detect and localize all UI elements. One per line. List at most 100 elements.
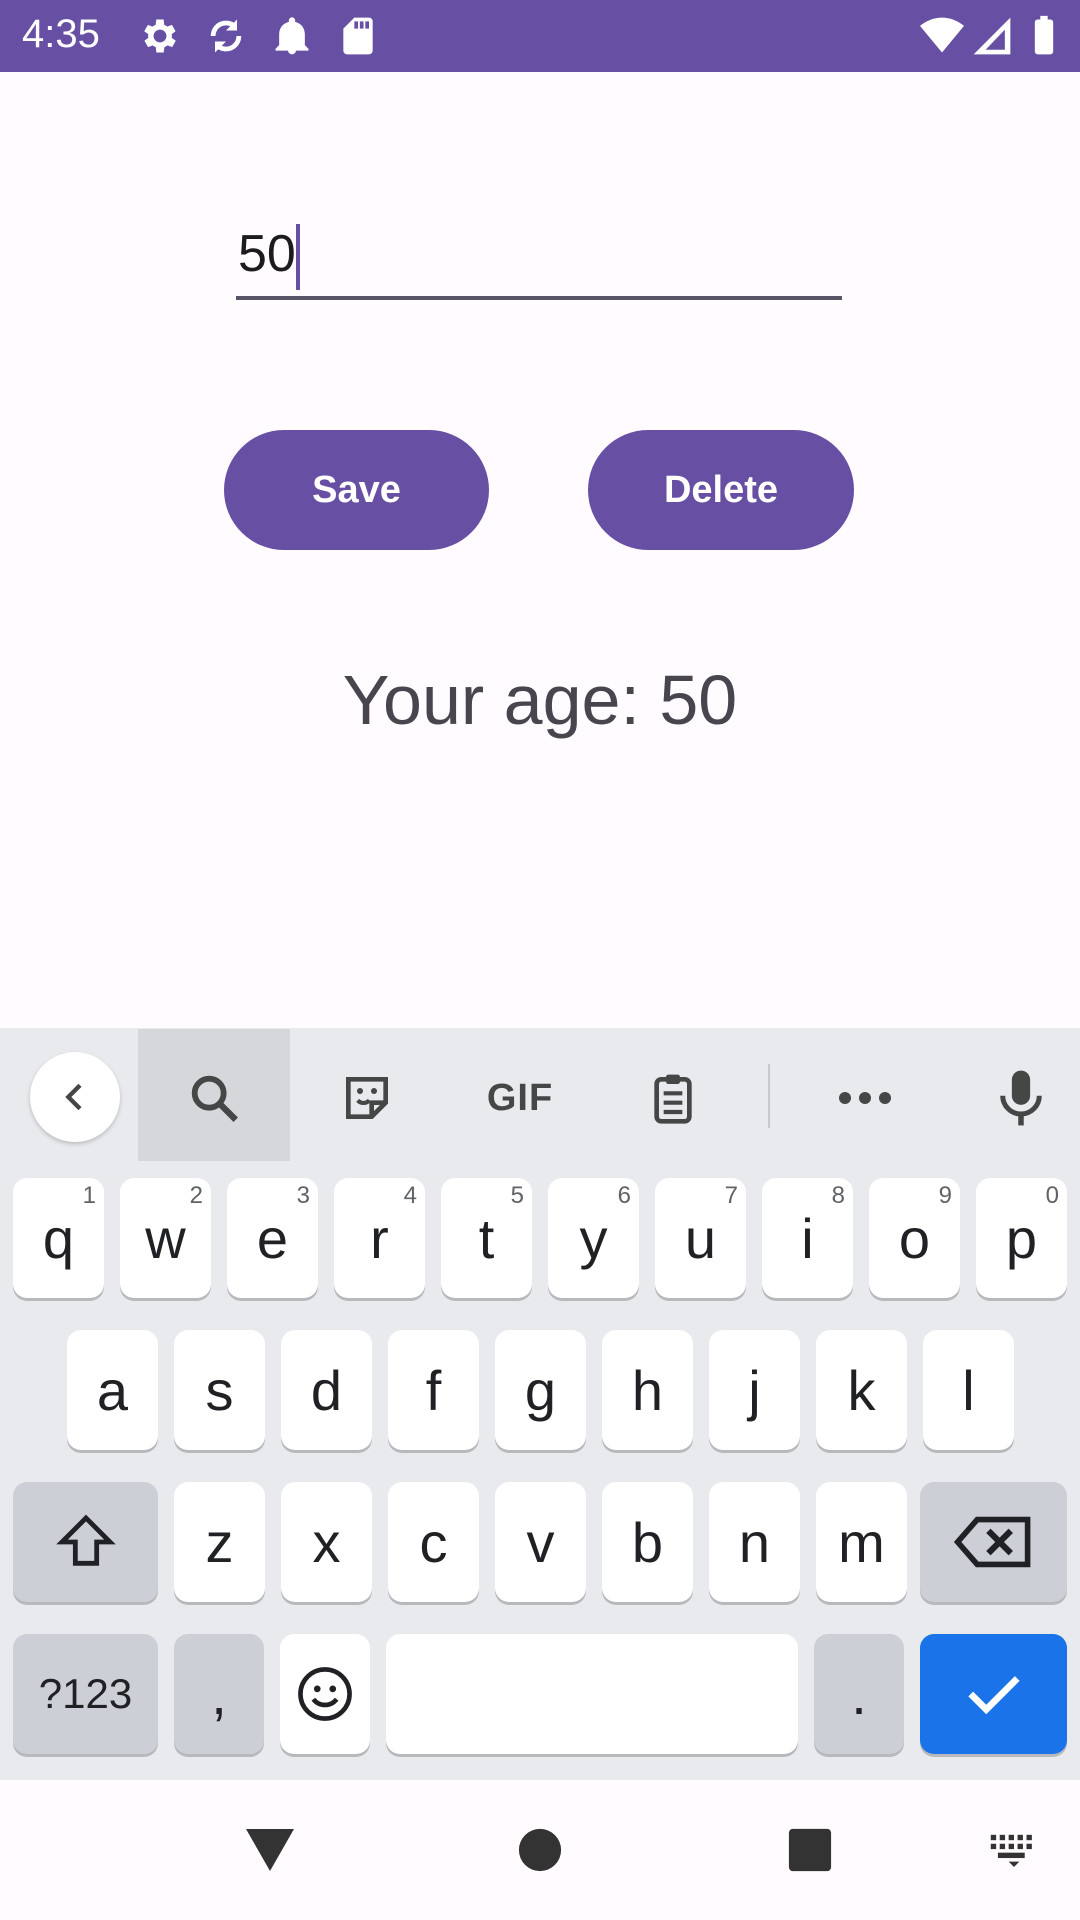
wifi-icon xyxy=(920,14,964,58)
sticker-icon xyxy=(346,1077,388,1119)
sync-icon xyxy=(204,14,248,58)
key-label: g xyxy=(524,1358,557,1422)
comma-key[interactable]: , xyxy=(174,1634,264,1754)
key-n[interactable]: n xyxy=(709,1482,800,1602)
key-label: f xyxy=(425,1358,442,1422)
nav-back-button[interactable] xyxy=(240,1820,300,1880)
space-key[interactable] xyxy=(386,1634,798,1754)
key-g[interactable]: g xyxy=(495,1330,586,1450)
key-label: j xyxy=(748,1358,761,1422)
battery-icon xyxy=(1022,14,1066,58)
key-label: q xyxy=(42,1206,75,1270)
key-label: l xyxy=(962,1358,975,1422)
key-label: c xyxy=(419,1510,448,1574)
keyboard-switch-button[interactable] xyxy=(984,1820,1044,1880)
emoji-icon xyxy=(298,1667,352,1721)
nav-recents-button[interactable] xyxy=(780,1820,840,1880)
more-icon xyxy=(839,1092,891,1104)
keyboard-back-button[interactable] xyxy=(30,1052,120,1142)
key-d[interactable]: d xyxy=(281,1330,372,1450)
checkmark-icon xyxy=(967,1676,1020,1715)
key-label: x xyxy=(312,1510,341,1574)
key-t[interactable]: t5 xyxy=(441,1178,532,1298)
key-hint: 7 xyxy=(724,1182,738,1209)
key-label: u xyxy=(684,1206,717,1270)
key-label: d xyxy=(310,1358,343,1422)
clipboard-button[interactable] xyxy=(632,1028,714,1168)
key-label: m xyxy=(838,1510,885,1574)
key-x[interactable]: x xyxy=(281,1482,372,1602)
status-time: 4:35 xyxy=(22,12,100,56)
soft-keyboard: GIF q1w2e3r4t5y6u7i8o9p0asdfghjklzxcvbnm… xyxy=(0,1028,1080,1780)
key-q[interactable]: q1 xyxy=(13,1178,104,1298)
key-u[interactable]: u7 xyxy=(655,1178,746,1298)
key-label: n xyxy=(738,1510,771,1574)
gif-button[interactable]: GIF xyxy=(470,1028,570,1168)
key-l[interactable]: l xyxy=(923,1330,1014,1450)
key-p[interactable]: p0 xyxy=(976,1178,1067,1298)
key-k[interactable]: k xyxy=(816,1330,907,1450)
signal-icon xyxy=(970,14,1014,58)
key-label: k xyxy=(847,1358,876,1422)
keyboard-toolbar: GIF xyxy=(0,1028,1080,1168)
key-label: a xyxy=(96,1358,129,1422)
key-label: r xyxy=(370,1206,389,1270)
keyboard-search-button[interactable] xyxy=(138,1028,290,1168)
key-o[interactable]: o9 xyxy=(869,1178,960,1298)
sticker-button[interactable] xyxy=(326,1028,408,1168)
key-w[interactable]: w2 xyxy=(120,1178,211,1298)
key-label: i xyxy=(801,1206,814,1270)
key-label: z xyxy=(205,1510,234,1574)
delete-button[interactable]: Delete xyxy=(588,430,854,550)
gif-label: GIF xyxy=(486,1076,554,1119)
mic-button[interactable] xyxy=(980,1028,1062,1168)
age-input-wrapper xyxy=(236,212,842,304)
key-r[interactable]: r4 xyxy=(334,1178,425,1298)
emoji-key[interactable] xyxy=(280,1634,370,1754)
key-v[interactable]: v xyxy=(495,1482,586,1602)
key-h[interactable]: h xyxy=(602,1330,693,1450)
key-i[interactable]: i8 xyxy=(762,1178,853,1298)
clipboard-icon xyxy=(654,1074,692,1124)
key-c[interactable]: c xyxy=(388,1482,479,1602)
key-hint: 4 xyxy=(403,1182,417,1209)
age-result-label: Your age: 50 xyxy=(342,661,738,739)
period-key[interactable]: . xyxy=(814,1634,904,1754)
key-b[interactable]: b xyxy=(602,1482,693,1602)
recents-square-icon xyxy=(788,1828,832,1872)
key-e[interactable]: e3 xyxy=(227,1178,318,1298)
key-a[interactable]: a xyxy=(67,1330,158,1450)
key-z[interactable]: z xyxy=(174,1482,265,1602)
notification-bell-icon xyxy=(270,14,314,58)
key-hint: 2 xyxy=(189,1182,203,1209)
toolbar-divider xyxy=(768,1064,770,1128)
key-m[interactable]: m xyxy=(816,1482,907,1602)
key-hint: 1 xyxy=(82,1182,96,1209)
key-f[interactable]: f xyxy=(388,1330,479,1450)
key-j[interactable]: j xyxy=(709,1330,800,1450)
age-input[interactable] xyxy=(236,212,842,300)
home-circle-icon xyxy=(518,1828,562,1872)
symbols-key[interactable]: ?123 xyxy=(13,1634,158,1754)
nav-home-button[interactable] xyxy=(510,1820,570,1880)
save-button[interactable]: Save xyxy=(224,430,489,550)
shift-key[interactable] xyxy=(13,1482,158,1602)
shift-icon xyxy=(55,1514,116,1566)
key-label: v xyxy=(526,1510,555,1574)
key-y[interactable]: y6 xyxy=(548,1178,639,1298)
enter-key[interactable] xyxy=(920,1634,1067,1754)
key-label: p xyxy=(1005,1206,1038,1270)
key-s[interactable]: s xyxy=(174,1330,265,1450)
back-triangle-icon xyxy=(246,1829,294,1871)
key-label: s xyxy=(205,1358,234,1422)
key-label: b xyxy=(631,1510,664,1574)
key-hint: 5 xyxy=(510,1182,524,1209)
key-label: h xyxy=(631,1358,664,1422)
more-button[interactable] xyxy=(824,1028,906,1168)
backspace-icon xyxy=(953,1516,1030,1568)
sd-card-icon xyxy=(336,14,380,58)
backspace-key[interactable] xyxy=(920,1482,1067,1602)
chevron-left-icon xyxy=(65,1083,82,1111)
key-label: y xyxy=(579,1206,608,1270)
key-label: t xyxy=(478,1206,495,1270)
